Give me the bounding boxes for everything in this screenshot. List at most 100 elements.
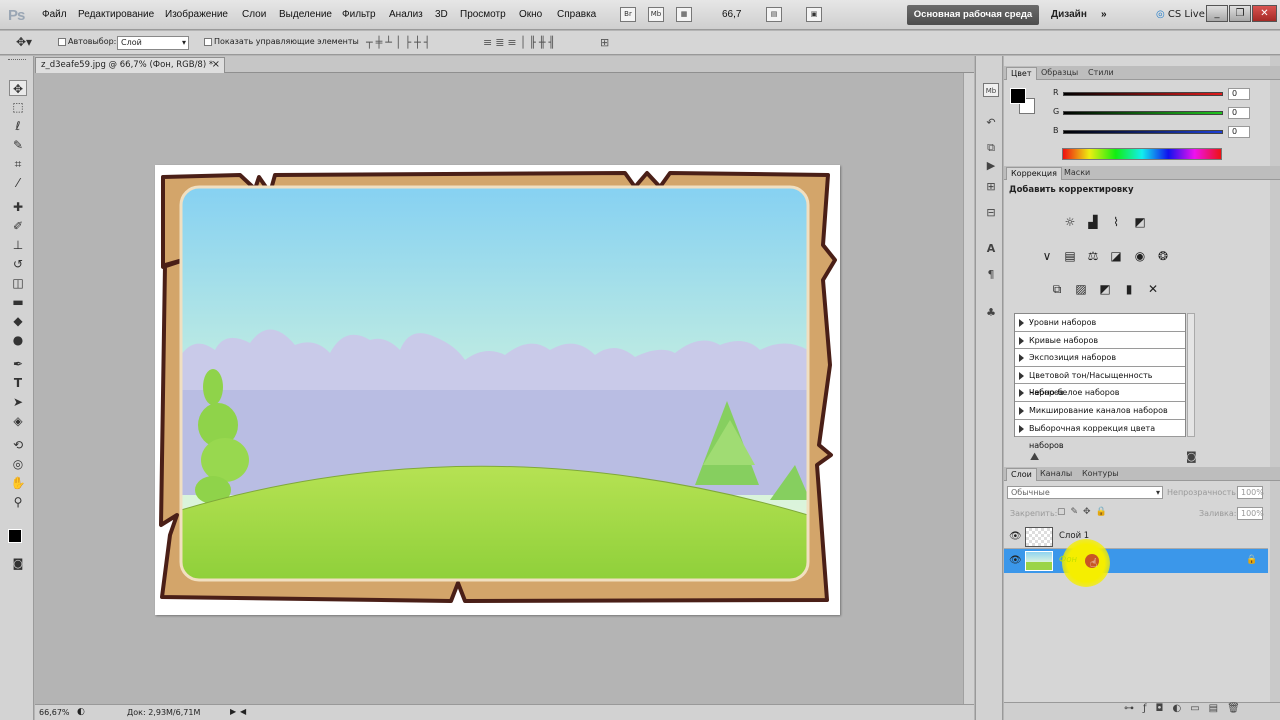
channel-r-slider[interactable] (1063, 92, 1223, 96)
move-tool-icon[interactable]: ✥ (9, 80, 27, 96)
close-icon[interactable]: × (212, 58, 220, 72)
menu-select[interactable]: Выделение (279, 9, 332, 20)
3d-rotate-tool-icon[interactable]: ⟲ (9, 437, 27, 453)
photo-filter-icon[interactable]: ◉ (1131, 247, 1149, 265)
gradient-tool-icon[interactable]: ▬ (9, 294, 27, 310)
foreground-color-chip[interactable] (1010, 88, 1026, 104)
channel-g-value[interactable]: 0 (1228, 107, 1250, 119)
lasso-tool-icon[interactable]: ℓ (9, 118, 27, 134)
gradient-map-icon[interactable]: ▮ (1120, 280, 1138, 298)
navigator-panel-icon[interactable]: ⊞ (983, 180, 999, 194)
black-white-icon[interactable]: ◪ (1107, 247, 1125, 265)
extras-icon[interactable]: ▦ (676, 7, 692, 22)
link-layers-icon[interactable]: ⊶ (1124, 703, 1143, 714)
tab-channels[interactable]: Каналы (1036, 468, 1076, 481)
autoselect-dropdown[interactable]: Слой ▾ (117, 36, 189, 50)
channel-b-value[interactable]: 0 (1228, 126, 1250, 138)
menu-analysis[interactable]: Анализ (389, 9, 423, 20)
close-button[interactable]: ✕ (1252, 5, 1277, 22)
exposure-icon[interactable]: ◩ (1131, 213, 1149, 231)
mini-bridge-panel-icon[interactable]: Mb (983, 83, 999, 97)
history-brush-tool-icon[interactable]: ↺ (9, 256, 27, 272)
marquee-tool-icon[interactable]: ⬚ (9, 99, 27, 115)
preset-channel-mixer[interactable]: Микширование каналов наборов (1015, 402, 1185, 420)
preset-hue-saturation[interactable]: Цветовой тон/Насыщенность наборов (1015, 367, 1185, 397)
tab-paths[interactable]: Контуры (1078, 468, 1123, 481)
new-layer-icon[interactable]: ▤ (1209, 703, 1227, 714)
preset-selective-color[interactable]: Выборочная коррекция цвета наборов (1015, 420, 1185, 450)
menu-file[interactable]: Файл (42, 9, 67, 20)
add-mask-icon[interactable]: ◘ (1156, 703, 1173, 714)
tools-grip[interactable] (8, 59, 26, 63)
document-tab[interactable]: z_d3eafe59.jpg @ 66,7% (Фон, RGB/8) * × (35, 57, 225, 73)
shape-tool-icon[interactable]: ◈ (9, 413, 27, 429)
threshold-icon[interactable]: ◩ (1096, 280, 1114, 298)
eye-icon[interactable]: 👁 (1009, 531, 1022, 542)
fill-input[interactable]: 100% (1237, 507, 1264, 520)
zoom-level-select[interactable]: 66,7 (722, 9, 741, 20)
tab-adjustments[interactable]: Коррекция (1006, 167, 1062, 180)
quick-selection-tool-icon[interactable]: ✎ (9, 137, 27, 153)
status-menu-arrow-icon[interactable]: ▶ (230, 707, 236, 716)
levels-icon[interactable]: ▟ (1084, 213, 1102, 231)
workspace-design-button[interactable]: Дизайн (1051, 9, 1087, 20)
align-buttons-icon[interactable]: ┬╪┴│├┼┤ (366, 36, 433, 49)
clone-stamp-tool-icon[interactable]: ⊥ (9, 237, 27, 253)
menu-layers[interactable]: Слои (242, 9, 266, 20)
clone-source-icon[interactable]: ♣ (983, 306, 999, 320)
layer-comps-icon[interactable]: ⧉ (983, 141, 999, 155)
tab-color[interactable]: Цвет (1006, 67, 1037, 80)
menu-image[interactable]: Изображение (165, 9, 228, 20)
lock-options-icon[interactable]: ▢✎✥🔒 (1057, 507, 1112, 517)
brush-tool-icon[interactable]: ✐ (9, 218, 27, 234)
foreground-color-swatch[interactable] (8, 529, 22, 543)
history-panel-icon[interactable]: ↶ (983, 116, 999, 130)
preset-levels[interactable]: Уровни наборов (1015, 314, 1185, 332)
hand-tool-icon[interactable]: ✋ (9, 475, 27, 491)
show-transform-controls-checkbox[interactable] (204, 38, 212, 46)
more-workspaces-icon[interactable]: » (1101, 9, 1107, 20)
status-zoom[interactable]: 66,67% (39, 708, 70, 717)
menu-edit[interactable]: Редактирование (78, 9, 154, 20)
distribute-buttons-icon[interactable]: ≡≣≡│╟╫╢ (483, 36, 558, 49)
path-selection-tool-icon[interactable]: ➤ (9, 394, 27, 410)
maximize-button[interactable]: ❐ (1229, 5, 1251, 22)
menu-help[interactable]: Справка (557, 9, 596, 20)
posterize-icon[interactable]: ▨ (1072, 280, 1090, 298)
screen-mode-icon[interactable]: ▣ (806, 7, 822, 22)
eye-icon[interactable]: 👁 (1009, 555, 1022, 566)
preset-black-white[interactable]: Черно-белое наборов (1015, 384, 1185, 402)
adjustment-bottom-icon[interactable]: ⛰ (1030, 450, 1039, 464)
bridge-icon[interactable]: Br (620, 7, 636, 22)
eyedropper-tool-icon[interactable]: ⁄ (9, 175, 27, 191)
selective-color-icon[interactable]: ✕ (1144, 280, 1162, 298)
paragraph-panel-icon[interactable]: ¶ (983, 268, 999, 282)
menu-filter[interactable]: Фильтр (342, 9, 376, 20)
tab-masks[interactable]: Маски (1060, 167, 1094, 180)
channel-b-slider[interactable] (1063, 130, 1223, 134)
healing-brush-tool-icon[interactable]: ✚ (9, 199, 27, 215)
workspace-essentials-button[interactable]: Основная рабочая среда (907, 5, 1039, 25)
cs-live-button[interactable]: ◎ CS Live (1156, 9, 1205, 20)
auto-align-icon[interactable]: ⊞ (600, 36, 612, 49)
menu-view[interactable]: Просмотр (460, 9, 506, 20)
pen-tool-icon[interactable]: ✒ (9, 356, 27, 372)
layer-row-layer1[interactable]: 👁 Слой 1 (1004, 525, 1268, 549)
layer-row-background[interactable]: 👁 Фон ☝ 🔒 (1004, 539, 1268, 587)
3d-orbit-tool-icon[interactable]: ◎ (9, 456, 27, 472)
preset-exposure[interactable]: Экспозиция наборов (1015, 349, 1185, 367)
menu-3d[interactable]: 3D (435, 9, 448, 20)
quick-mask-icon[interactable]: ◙ (9, 556, 27, 572)
fx-icon[interactable]: ƒ (1143, 703, 1156, 714)
scroll-left-icon[interactable]: ◀ (240, 707, 246, 716)
move-tool-icon[interactable]: ✥▾ (16, 35, 32, 49)
autoselect-checkbox[interactable] (58, 38, 66, 46)
character-panel-icon[interactable]: A (983, 242, 999, 256)
actions-panel-icon[interactable]: ▶ (983, 159, 999, 173)
invert-icon[interactable]: ⧉ (1048, 280, 1066, 298)
new-adjustment-icon[interactable]: ◐ (1172, 703, 1190, 714)
curves-icon[interactable]: ⌇ (1107, 213, 1125, 231)
presets-scrollbar[interactable] (1187, 313, 1195, 437)
channel-mixer-icon[interactable]: ❂ (1154, 247, 1172, 265)
color-ramp[interactable] (1062, 148, 1222, 160)
